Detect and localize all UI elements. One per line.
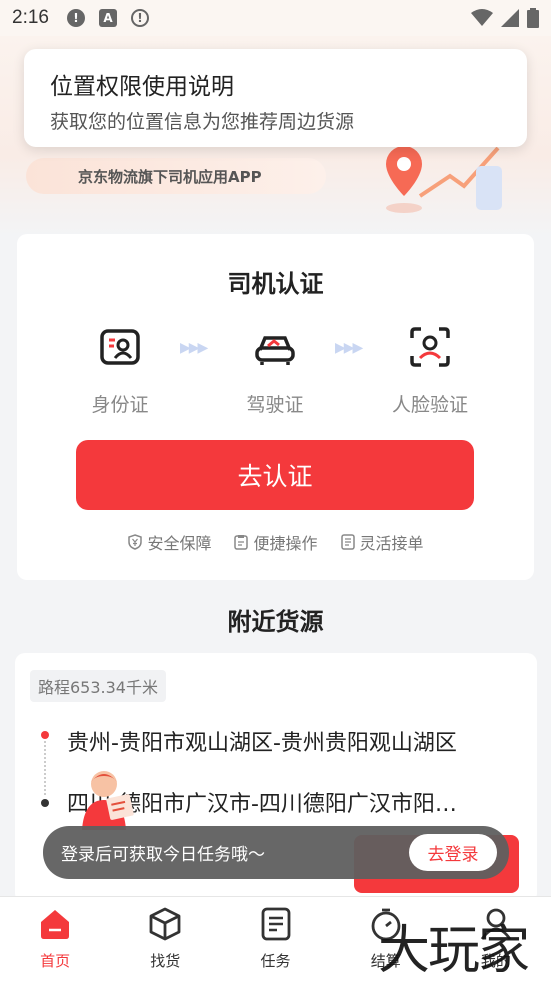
face-scan-icon xyxy=(410,327,450,367)
step-label: 驾驶证 xyxy=(246,394,304,416)
nav-label: 任务 xyxy=(260,952,291,970)
courier-mascot-icon xyxy=(82,771,134,830)
notification-icons: ! A ! xyxy=(66,9,149,27)
certification-title: 司机认证 xyxy=(227,270,324,298)
system-icons xyxy=(471,8,539,28)
toast-message: 登录后可获取今日任务哦〜 xyxy=(61,845,265,865)
home-icon xyxy=(41,910,70,939)
clipboard-icon xyxy=(234,535,249,550)
nav-home[interactable]: 首页 xyxy=(0,897,110,981)
feature-label: 便捷操作 xyxy=(253,534,318,553)
wifi-icon xyxy=(471,9,493,26)
step-arrows-icon: ▶▶▶ xyxy=(335,340,363,356)
feature-list: 安全保障 便捷操作 灵活接单 xyxy=(17,530,534,554)
task-list-icon xyxy=(261,907,290,941)
step-face-verification: 人脸验证 xyxy=(370,326,490,417)
font-icon: A xyxy=(98,9,117,27)
route-line xyxy=(44,741,46,795)
nav-tasks[interactable]: 任务 xyxy=(220,897,330,981)
battery-icon xyxy=(527,8,539,28)
step-label: 人脸验证 xyxy=(391,394,468,416)
nearby-cargo-title: 附近货源 xyxy=(227,608,324,636)
nav-label: 首页 xyxy=(40,952,71,970)
feature-label: 安全保障 xyxy=(147,534,212,553)
signal-icon xyxy=(501,9,519,27)
box-icon xyxy=(149,907,181,941)
step-id-card: 身份证 xyxy=(60,326,180,417)
step-arrows-icon: ▶▶▶ xyxy=(180,340,208,356)
step-driver-license: 驾驶证 xyxy=(215,326,335,417)
login-toast: 登录后可获取今日任务哦〜 去登录 xyxy=(43,826,509,879)
permission-title: 位置权限使用说明 xyxy=(50,74,234,100)
nav-find-cargo[interactable]: 找货 xyxy=(110,897,220,981)
watermark: 大玩家 xyxy=(378,921,530,981)
feature-item: 灵活接单 xyxy=(340,530,424,554)
alert-icon: ! xyxy=(66,9,85,27)
go-certify-button[interactable]: 去认证 xyxy=(76,440,474,510)
location-permission-popup: 位置权限使用说明 获取您的位置信息为您推荐周边货源 xyxy=(24,49,527,147)
status-bar: 2:16 ! A ! xyxy=(0,0,551,36)
feature-item: 安全保障 xyxy=(127,530,211,554)
info-icon: ! xyxy=(130,9,149,27)
feature-label: 灵活接单 xyxy=(359,534,424,553)
destination-dot-icon xyxy=(41,799,49,807)
car-icon xyxy=(255,336,295,365)
shield-yen-icon xyxy=(128,534,143,550)
go-login-button[interactable]: 去登录 xyxy=(409,834,497,871)
origin-address: 贵州-贵阳市观山湖区-贵州贵阳观山湖区 xyxy=(67,731,457,756)
banner-tagline: 京东物流旗下司机应用APP xyxy=(26,158,326,194)
nav-label: 找货 xyxy=(150,952,181,970)
route-distance-badge: 路程653.34千米 xyxy=(30,670,166,702)
permission-description: 获取您的位置信息为您推荐周边货源 xyxy=(50,111,355,133)
driver-certification-card: 司机认证 身份证 ▶▶▶ 驾驶证 ▶▶▶ 人脸验证 去认证 安全保障 便捷操作 … xyxy=(17,234,534,580)
step-label: 身份证 xyxy=(91,394,149,416)
origin-dot-icon xyxy=(41,731,49,739)
document-icon xyxy=(340,534,355,550)
id-card-icon xyxy=(100,329,140,365)
feature-item: 便捷操作 xyxy=(233,530,318,554)
map-pin-illustration-icon xyxy=(386,146,502,213)
status-time: 2:16 xyxy=(12,7,49,28)
